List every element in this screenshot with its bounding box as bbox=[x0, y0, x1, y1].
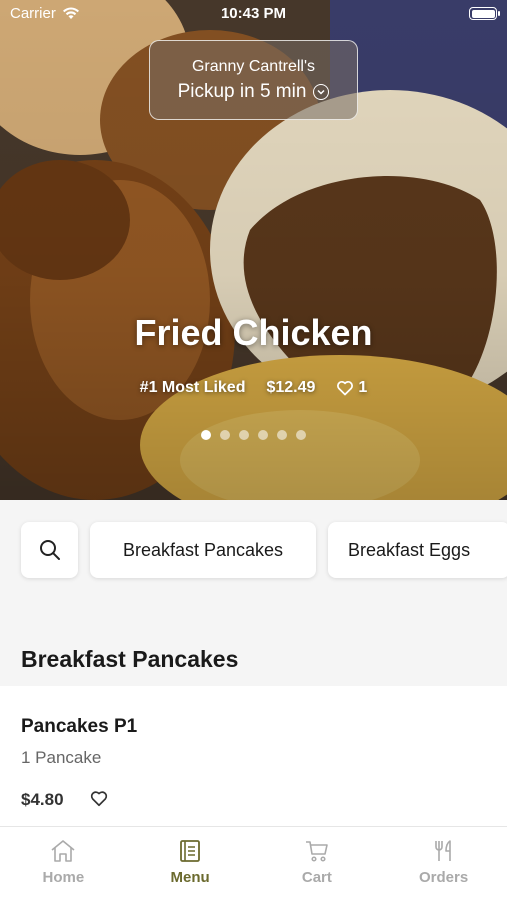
tab-orders[interactable]: Orders bbox=[380, 827, 507, 900]
status-bar: Carrier 10:43 PM bbox=[0, 0, 507, 28]
pickup-eta: Pickup in 5 min bbox=[178, 81, 330, 103]
fork-knife-icon bbox=[434, 840, 451, 861]
menu-item-name: Pancakes P1 bbox=[21, 716, 138, 737]
pickup-eta-text: Pickup in 5 min bbox=[177, 81, 307, 102]
carousel-dot[interactable] bbox=[239, 430, 249, 440]
section-title: Breakfast Pancakes bbox=[21, 646, 239, 672]
menu-item-card[interactable]: Pancakes P1 1 Pancake $4.80 bbox=[0, 686, 507, 826]
home-icon bbox=[51, 840, 75, 862]
carousel-dot[interactable] bbox=[296, 430, 306, 440]
category-chip-breakfast-eggs[interactable]: Breakfast Eggs bbox=[328, 522, 507, 578]
tab-bar: Home Menu Cart Orders bbox=[0, 826, 507, 900]
tab-home[interactable]: Home bbox=[0, 827, 127, 900]
carousel-dot[interactable] bbox=[201, 430, 211, 440]
battery-icon bbox=[469, 7, 500, 20]
category-chip-breakfast-pancakes[interactable]: Breakfast Pancakes bbox=[90, 522, 316, 578]
status-time: 10:43 PM bbox=[220, 5, 287, 22]
tab-orders-label: Orders bbox=[419, 869, 469, 886]
featured-item-meta: #1 Most Liked $12.49 1 bbox=[0, 379, 507, 397]
featured-price: $12.49 bbox=[266, 379, 316, 396]
carousel-dot[interactable] bbox=[277, 430, 287, 440]
featured-likes[interactable]: 1 bbox=[336, 379, 367, 397]
featured-item-title: Fried Chicken bbox=[134, 312, 373, 353]
menu-book-icon bbox=[180, 840, 201, 862]
carousel-dot[interactable] bbox=[220, 430, 230, 440]
chevron-down-circle-icon bbox=[313, 84, 330, 100]
search-icon bbox=[39, 540, 60, 560]
heart-icon bbox=[337, 380, 354, 396]
category-bar: Breakfast Pancakes Breakfast Eggs bbox=[0, 500, 507, 610]
carousel-dots[interactable] bbox=[0, 430, 507, 440]
carousel-dot[interactable] bbox=[258, 430, 268, 440]
heart-icon[interactable] bbox=[90, 790, 108, 807]
featured-badge: #1 Most Liked bbox=[139, 379, 246, 396]
menu-item-description: 1 Pancake bbox=[21, 748, 102, 767]
tab-menu[interactable]: Menu bbox=[127, 827, 254, 900]
menu-item-price: $4.80 bbox=[21, 790, 64, 809]
store-name: Granny Cantrell's bbox=[191, 58, 316, 75]
tab-menu-label: Menu bbox=[170, 869, 210, 886]
tab-cart[interactable]: Cart bbox=[254, 827, 381, 900]
tab-cart-label: Cart bbox=[301, 869, 332, 886]
hero-banner[interactable]: Carrier 10:43 PM Granny Cantrell's Picku… bbox=[0, 0, 507, 500]
pickup-selector-button[interactable]: Granny Cantrell's Pickup in 5 min bbox=[149, 40, 358, 120]
featured-likes-count: 1 bbox=[358, 379, 368, 396]
tab-home-label: Home bbox=[42, 869, 85, 886]
search-button[interactable] bbox=[21, 522, 78, 578]
cart-icon bbox=[305, 841, 328, 862]
